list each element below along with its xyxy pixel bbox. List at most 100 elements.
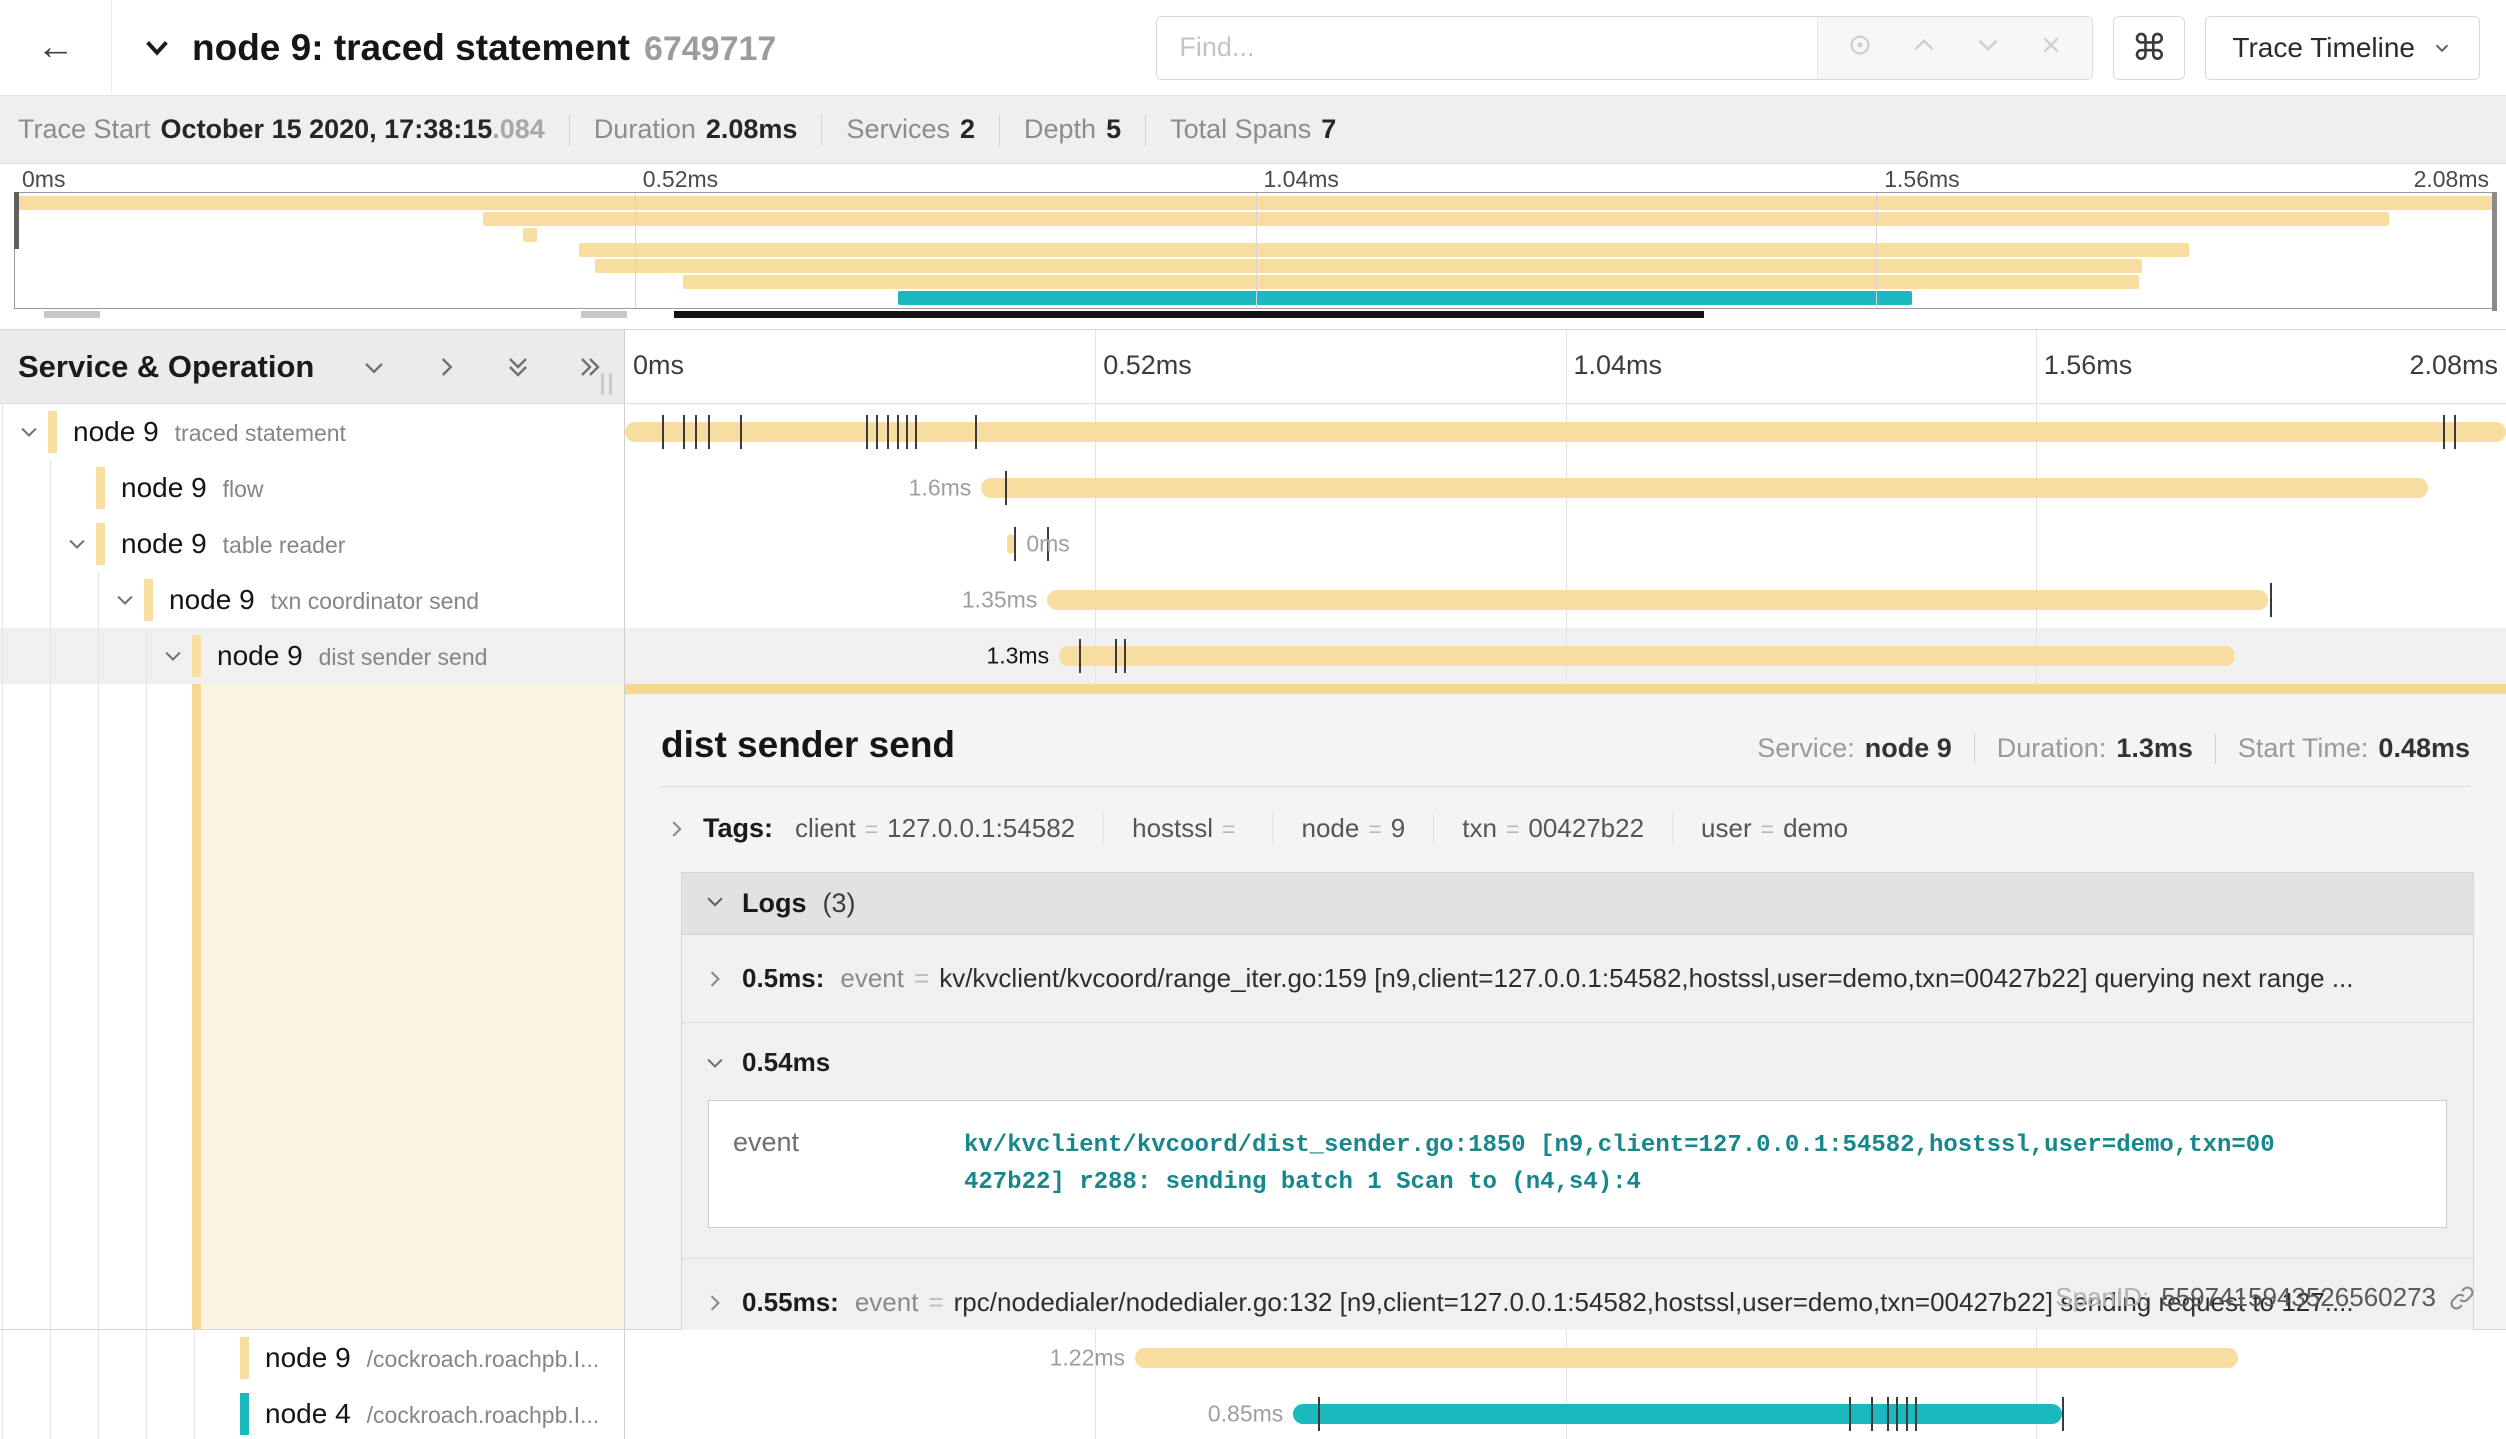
span-row[interactable]: node 9table reader0ms — [0, 516, 2506, 572]
deep-link-icon[interactable] — [2448, 1284, 2476, 1312]
span-duration-bar[interactable] — [981, 478, 2428, 498]
log-entry-collapsed[interactable]: 0.5ms:event=kv/kvclient/kvcoord/range_it… — [682, 935, 2473, 1022]
log-entry-expanded: 0.54mseventkv/kvclient/kvcoord/dist_send… — [682, 1022, 2473, 1258]
log-timestamp: 0.54ms — [742, 1047, 830, 1078]
span-timeline-cell[interactable]: 1.6ms — [625, 460, 2506, 516]
span-rows-top: node 9traced statementnode 9flow1.6msnod… — [0, 404, 2506, 684]
span-tree-item[interactable]: node 9dist sender send — [0, 628, 625, 684]
expand-chevron-icon[interactable] — [18, 421, 40, 443]
span-tree-item[interactable]: node 9flow — [0, 460, 625, 516]
log-marker-tick — [2443, 415, 2445, 449]
tag-equals: = — [865, 816, 878, 842]
span-duration-bar[interactable] — [1059, 646, 2235, 666]
indent-guide — [2, 404, 3, 460]
minimap-span-bar[interactable] — [683, 275, 2139, 289]
span-detail-panel: dist sender send Service:node 9Duration:… — [625, 684, 2506, 1329]
expand-one-chevron-right-icon[interactable] — [430, 351, 462, 383]
keyboard-shortcuts-button[interactable]: ⌘ — [2113, 16, 2185, 80]
collapse-all-chevron-down-icon[interactable] — [358, 351, 390, 383]
log-marker-tick — [1915, 1397, 1917, 1431]
log-entry-header[interactable]: 0.54ms — [704, 1047, 2451, 1078]
indent-guide — [98, 628, 99, 684]
span-timeline-cell[interactable]: 0ms — [625, 516, 2506, 572]
prev-result-icon[interactable] — [1910, 31, 1938, 64]
span-timeline-cell[interactable] — [625, 404, 2506, 460]
span-timeline-cell[interactable]: 0.85ms — [625, 1386, 2506, 1439]
minimap-scrollbar-thumb[interactable] — [674, 311, 1704, 318]
span-row[interactable]: node 9flow1.6ms — [0, 460, 2506, 516]
log-marker-tick — [740, 415, 742, 449]
clear-search-icon[interactable] — [2038, 32, 2064, 63]
span-row[interactable]: node 4/cockroach.roachpb.I...0.85ms — [0, 1386, 2506, 1439]
span-timeline-cell[interactable]: 1.3ms — [625, 628, 2506, 684]
locate-icon[interactable] — [1846, 31, 1874, 64]
span-tree-item[interactable]: node 9traced statement — [0, 404, 625, 460]
minimap-span-bar[interactable] — [523, 228, 537, 242]
indent-guide — [98, 1386, 99, 1439]
trace-id-short: 6749717 — [644, 30, 776, 68]
minimap-span-bar[interactable] — [595, 259, 2142, 273]
span-row[interactable]: node 9traced statement — [0, 404, 2506, 460]
minimap-span-bar[interactable] — [898, 291, 1912, 305]
minimap-left-drag-handle[interactable] — [14, 192, 19, 249]
span-tree-item[interactable]: node 9txn coordinator send — [0, 572, 625, 628]
back-button[interactable]: ← — [0, 0, 112, 96]
view-options-button[interactable]: Trace Timeline — [2205, 16, 2480, 80]
indent-guide — [146, 684, 147, 1329]
span-duration-bar[interactable] — [1293, 1404, 2062, 1424]
log-summary-text: kv/kvclient/kvcoord/range_iter.go:159 [n… — [939, 963, 2353, 994]
span-row[interactable]: node 9/cockroach.roachpb.I...1.22ms — [0, 1330, 2506, 1386]
chevron-right-icon[interactable] — [665, 818, 687, 840]
collapse-trace-chevron-icon[interactable] — [142, 33, 172, 63]
logs-header[interactable]: Logs (3) — [682, 873, 2473, 935]
minimap-span-bar[interactable] — [579, 243, 2189, 257]
span-name-wrapper: node 9traced statement — [73, 416, 346, 448]
span-tree-item[interactable]: node 9/cockroach.roachpb.I... — [0, 1330, 625, 1386]
minimap-canvas[interactable] — [14, 192, 2497, 309]
span-id-label: SpanID: — [2055, 1282, 2149, 1313]
tags-row[interactable]: Tags: client=127.0.0.1:54582hostssl=node… — [651, 787, 2480, 872]
minimap-scroll-track — [14, 311, 2497, 318]
span-tree-item[interactable]: node 9table reader — [0, 516, 625, 572]
expand-chevron-icon[interactable] — [66, 533, 88, 555]
minimap-gridline — [1256, 193, 1257, 308]
minimap-right-drag-handle[interactable] — [2492, 192, 2497, 311]
expand-chevron-icon[interactable] — [162, 645, 184, 667]
view-options-label: Trace Timeline — [2232, 32, 2415, 64]
span-row[interactable]: node 9dist sender send1.3ms — [0, 628, 2506, 684]
expand-chevron-icon[interactable] — [114, 589, 136, 611]
tag-key: hostssl — [1132, 813, 1213, 843]
indent-guide — [146, 1386, 147, 1439]
minimap-span-bar[interactable] — [483, 212, 2389, 226]
logs-count: (3) — [823, 888, 856, 919]
column-resizer-handle[interactable] — [601, 373, 612, 395]
ruler-gridline — [2036, 330, 2037, 403]
minimap-grip[interactable] — [581, 311, 627, 318]
tags-label: Tags: — [703, 813, 773, 844]
chevron-down-icon — [704, 890, 726, 917]
tag-item: node=9 — [1273, 813, 1434, 844]
summary-item: Services2 — [846, 114, 975, 145]
next-result-icon[interactable] — [1974, 31, 2002, 64]
indent-guide — [50, 684, 51, 1329]
trace-name: node 9: traced statement — [192, 27, 630, 68]
span-tree-item[interactable]: node 4/cockroach.roachpb.I... — [0, 1386, 625, 1439]
span-duration-bar[interactable] — [1135, 1348, 2238, 1368]
span-row[interactable]: node 9txn coordinator send1.35ms — [0, 572, 2506, 628]
minimap-grip[interactable] — [44, 311, 100, 318]
ruler-tick-label: 1.04ms — [1256, 166, 1339, 193]
span-timeline-cell[interactable]: 1.35ms — [625, 572, 2506, 628]
log-marker-tick — [1124, 639, 1126, 673]
indent-guide — [194, 1330, 195, 1386]
span-duration-bar[interactable] — [1047, 590, 2268, 610]
span-service-name: node 9 — [265, 1342, 351, 1373]
tags-list: client=127.0.0.1:54582hostssl=node=9txn=… — [795, 813, 1876, 844]
log-equals: = — [928, 1287, 943, 1318]
collapse-one-double-chevron-down-icon[interactable] — [502, 351, 534, 383]
span-service-name: node 9 — [217, 640, 303, 671]
span-timeline-cell[interactable]: 1.22ms — [625, 1330, 2506, 1386]
chevron-right-icon — [704, 1292, 726, 1314]
find-input[interactable] — [1157, 17, 1817, 79]
indent-guide — [2, 628, 3, 684]
tag-key: client — [795, 813, 856, 843]
